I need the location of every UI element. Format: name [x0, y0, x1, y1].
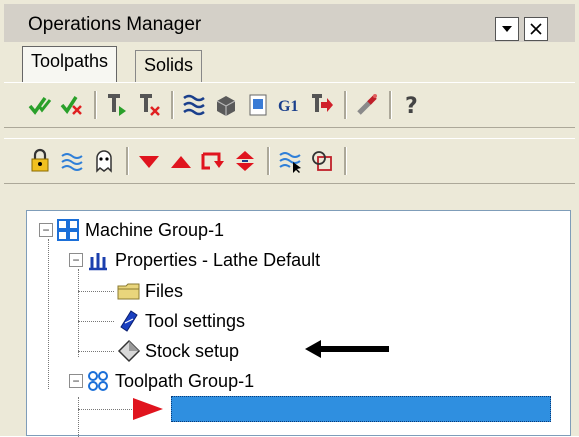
- close-icon: [530, 23, 542, 35]
- select-all-button[interactable]: [26, 91, 54, 119]
- toggle-posting-button[interactable]: [90, 147, 118, 175]
- regenerate-button[interactable]: [103, 91, 131, 119]
- tree-line: [78, 409, 134, 410]
- verify-icon: [216, 96, 236, 116]
- toolbar-separator: [94, 91, 97, 119]
- window-title: Operations Manager: [28, 14, 202, 35]
- toolbar-separator: [171, 91, 174, 119]
- annotation-arrow-icon: [305, 340, 389, 358]
- stock-setup-icon: [117, 339, 141, 363]
- tree-line: [78, 321, 114, 322]
- highfeed-button[interactable]: [353, 91, 381, 119]
- lock-button[interactable]: [26, 147, 54, 175]
- simulate-button[interactable]: [244, 91, 272, 119]
- dropdown-button[interactable]: [495, 17, 519, 41]
- tree-line: [78, 269, 79, 357]
- tool-settings-label: Tool settings: [145, 310, 246, 331]
- tree-node-machine-group[interactable]: − Machine Group-1: [39, 215, 224, 245]
- insert-arrow-icon: [201, 152, 224, 170]
- svg-text:?: ?: [405, 94, 418, 118]
- selected-row[interactable]: [171, 396, 551, 422]
- tree-node-stock-setup[interactable]: Stock setup: [117, 336, 239, 366]
- post-selected-icon: [312, 94, 333, 112]
- post-g1-icon: G1: [278, 98, 298, 115]
- toolbar-separator: [389, 91, 392, 119]
- select-all-icon: [28, 96, 52, 115]
- regenerate-dirty-button[interactable]: [135, 91, 163, 119]
- insert-arrow-button[interactable]: [199, 147, 227, 175]
- tree-panel: − Machine Group-1 − Properties - Lathe D…: [4, 194, 575, 437]
- properties-icon: [89, 253, 107, 271]
- tree-node-files[interactable]: Files: [117, 276, 183, 306]
- move-up-button[interactable]: [167, 147, 195, 175]
- tree-line: [78, 397, 79, 437]
- toolbar-separator: [344, 147, 347, 175]
- toolbar-primary: G1 ?: [4, 82, 575, 128]
- tree-line: [78, 291, 114, 292]
- tree-line: [78, 351, 114, 352]
- toggle-display-button[interactable]: [58, 147, 86, 175]
- machine-group-icon: [57, 219, 79, 241]
- properties-label: Properties - Lathe Default: [115, 249, 321, 270]
- machine-group-label: Machine Group-1: [85, 219, 225, 240]
- collapse-icon[interactable]: −: [39, 223, 53, 237]
- tab-toolpaths[interactable]: Toolpaths: [22, 46, 118, 82]
- tab-toolpaths-label: Toolpaths: [31, 51, 109, 71]
- shading-icon: [312, 151, 332, 171]
- operations-manager-window: Operations Manager Toolpaths Solids G1 ?…: [0, 0, 579, 437]
- toolbar-separator: [344, 91, 347, 119]
- toggle-display-icon: [61, 153, 83, 171]
- only-selected-button[interactable]: [276, 147, 304, 175]
- verify-button[interactable]: [212, 91, 240, 119]
- move-down-button[interactable]: [135, 147, 163, 175]
- deselect-button[interactable]: [58, 91, 86, 119]
- scroll-button[interactable]: [231, 147, 259, 175]
- move-down-icon: [139, 156, 159, 168]
- insert-marker-icon: [133, 398, 163, 420]
- shading-button[interactable]: [308, 147, 336, 175]
- toolbar-separator: [267, 147, 270, 175]
- only-selected-icon: [279, 152, 301, 173]
- collapse-icon[interactable]: −: [69, 374, 83, 388]
- post-g1-button[interactable]: G1: [276, 91, 304, 119]
- tree-node-properties[interactable]: − Properties - Lathe Default: [69, 245, 320, 275]
- folder-icon: [117, 283, 140, 300]
- files-label: Files: [145, 280, 184, 301]
- collapse-icon[interactable]: −: [69, 253, 83, 267]
- toolpath-group-icon: [88, 371, 108, 391]
- tree-line: [48, 239, 49, 389]
- deselect-icon: [60, 96, 82, 115]
- toolbar-separator: [126, 147, 129, 175]
- toolpath-group-label: Toolpath Group-1: [115, 370, 255, 391]
- tree-node-tool-settings[interactable]: Tool settings: [117, 306, 245, 336]
- scroll-icon: [236, 151, 254, 171]
- highfeed-icon: [357, 94, 377, 115]
- regenerate-dirty-icon: [140, 94, 160, 116]
- tree-node-toolpath-group[interactable]: − Toolpath Group-1: [69, 366, 254, 396]
- toolbar-secondary: [4, 138, 575, 184]
- chevron-down-icon: [502, 26, 512, 32]
- stock-setup-label: Stock setup: [145, 340, 240, 361]
- regenerate-icon: [108, 94, 126, 116]
- operations-tree: − Machine Group-1 − Properties - Lathe D…: [26, 210, 571, 437]
- tab-solids-label: Solids: [144, 55, 194, 75]
- backplot-icon: [183, 94, 205, 116]
- lock-icon: [31, 148, 49, 172]
- tool-settings-icon: [120, 310, 138, 332]
- simulate-icon: [249, 94, 267, 116]
- help-button[interactable]: ?: [398, 91, 426, 119]
- svg-text:G1: G1: [278, 98, 298, 115]
- help-icon: ?: [405, 94, 418, 118]
- tab-solids[interactable]: Solids: [135, 50, 203, 82]
- title-bar: Operations Manager: [4, 4, 575, 42]
- move-up-icon: [171, 156, 191, 168]
- toggle-posting-icon: [96, 150, 112, 173]
- tab-strip: Toolpaths Solids: [4, 42, 575, 82]
- backplot-button[interactable]: [180, 91, 208, 119]
- close-button[interactable]: [524, 17, 548, 41]
- post-selected-button[interactable]: [308, 91, 336, 119]
